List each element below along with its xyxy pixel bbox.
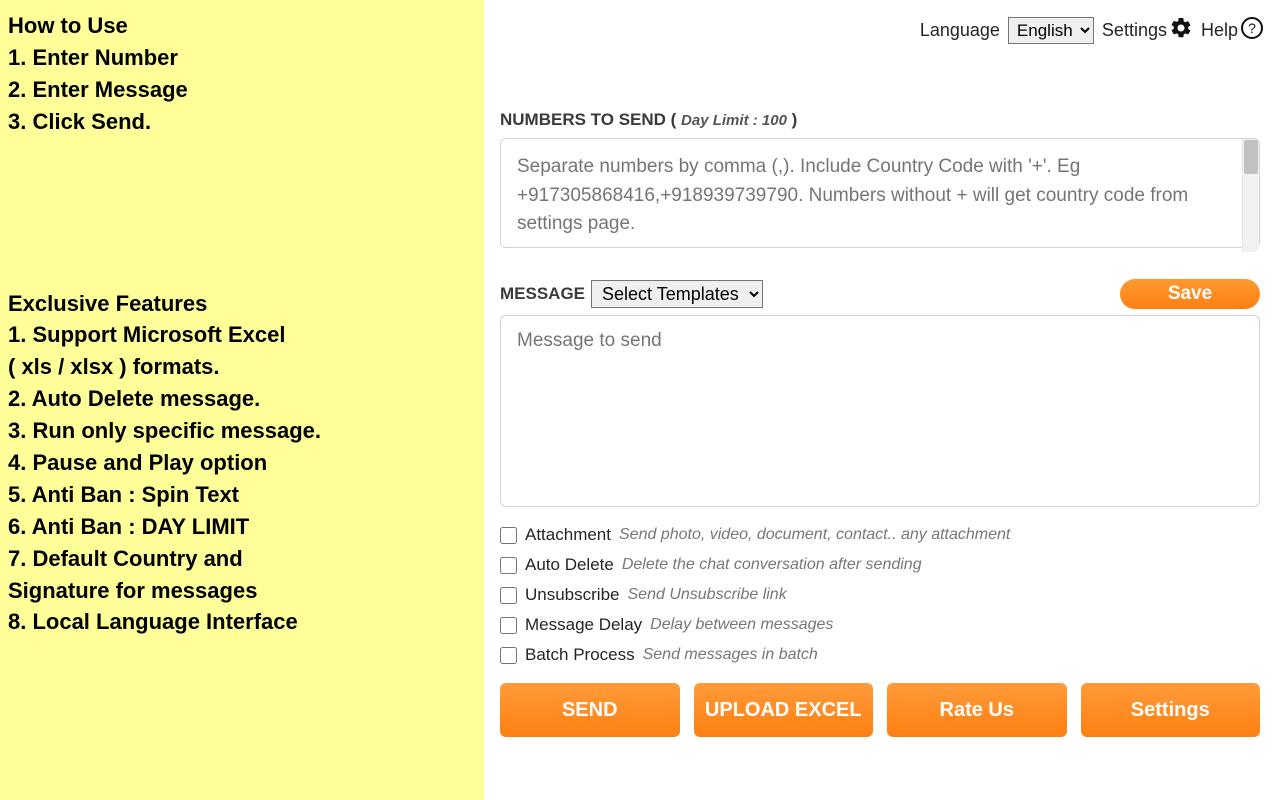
template-select[interactable]: Select Templates [591, 280, 763, 308]
option-hint: Delete the chat conversation after sendi… [622, 556, 922, 574]
feature-line: ( xls / xlsx ) formats. [8, 351, 476, 383]
options-group: Attachment Send photo, video, document, … [500, 525, 1264, 665]
option-hint: Send messages in batch [643, 646, 818, 664]
feature-line: 8. Local Language Interface [8, 606, 476, 638]
option-hint: Send Unsubscribe link [628, 586, 787, 604]
howto-title: How to Use [8, 10, 476, 42]
numbers-scrollbar-thumb[interactable] [1244, 140, 1258, 174]
numbers-label: NUMBERS TO SEND ( Day Limit : 100 ) [500, 110, 1264, 130]
language-label: Language [920, 20, 1000, 41]
feature-line: 7. Default Country and [8, 543, 476, 575]
svg-text:?: ? [1248, 20, 1256, 36]
option-hint: Delay between messages [650, 616, 833, 634]
help-link[interactable]: Help ? [1201, 16, 1264, 45]
action-buttons: SEND UPLOAD EXCEL Rate Us Settings [500, 683, 1260, 737]
feature-line: Signature for messages [8, 575, 476, 607]
option-label: Unsubscribe [525, 585, 620, 605]
message-label: MESSAGE [500, 284, 585, 304]
option-message-delay[interactable]: Message Delay Delay between messages [500, 615, 1264, 635]
option-hint: Send photo, video, document, contact.. a… [619, 526, 1010, 544]
gear-icon [1169, 16, 1193, 45]
option-batch-process[interactable]: Batch Process Send messages in batch [500, 645, 1264, 665]
howto-step: 1. Enter Number [8, 42, 476, 74]
option-auto-delete[interactable]: Auto Delete Delete the chat conversation… [500, 555, 1264, 575]
howto-step: 3. Click Send. [8, 106, 476, 138]
message-delay-checkbox[interactable] [500, 617, 517, 634]
unsubscribe-checkbox[interactable] [500, 587, 517, 604]
feature-line: 2. Auto Delete message. [8, 383, 476, 415]
settings-link[interactable]: Settings [1102, 16, 1193, 45]
attachment-checkbox[interactable] [500, 527, 517, 544]
howto-step: 2. Enter Message [8, 74, 476, 106]
help-link-label: Help [1201, 20, 1238, 41]
upload-excel-button[interactable]: UPLOAD EXCEL [694, 683, 874, 737]
settings-button[interactable]: Settings [1081, 683, 1261, 737]
numbers-input[interactable] [500, 138, 1260, 248]
option-attachment[interactable]: Attachment Send photo, video, document, … [500, 525, 1264, 545]
top-bar: Language English Settings Help ? [500, 10, 1264, 50]
batch-process-checkbox[interactable] [500, 647, 517, 664]
numbers-scrollbar[interactable] [1242, 139, 1259, 252]
feature-line: 5. Anti Ban : Spin Text [8, 479, 476, 511]
help-icon: ? [1240, 16, 1264, 45]
day-limit-text: Day Limit : 100 [681, 112, 787, 129]
option-label: Message Delay [525, 615, 642, 635]
save-button[interactable]: Save [1120, 279, 1260, 309]
auto-delete-checkbox[interactable] [500, 557, 517, 574]
language-select[interactable]: English [1008, 17, 1094, 44]
option-unsubscribe[interactable]: Unsubscribe Send Unsubscribe link [500, 585, 1264, 605]
info-panel: How to Use 1. Enter Number 2. Enter Mess… [0, 0, 484, 800]
feature-line: 6. Anti Ban : DAY LIMIT [8, 511, 476, 543]
feature-line: 1. Support Microsoft Excel [8, 319, 476, 351]
option-label: Attachment [525, 525, 611, 545]
feature-line: 4. Pause and Play option [8, 447, 476, 479]
message-input[interactable] [500, 315, 1260, 507]
feature-line: 3. Run only specific message. [8, 415, 476, 447]
send-button[interactable]: SEND [500, 683, 680, 737]
features-title: Exclusive Features [8, 288, 476, 320]
option-label: Auto Delete [525, 555, 614, 575]
option-label: Batch Process [525, 645, 635, 665]
main-panel: Language English Settings Help ? NUMBERS… [484, 0, 1280, 800]
settings-link-label: Settings [1102, 20, 1167, 41]
rate-us-button[interactable]: Rate Us [887, 683, 1067, 737]
